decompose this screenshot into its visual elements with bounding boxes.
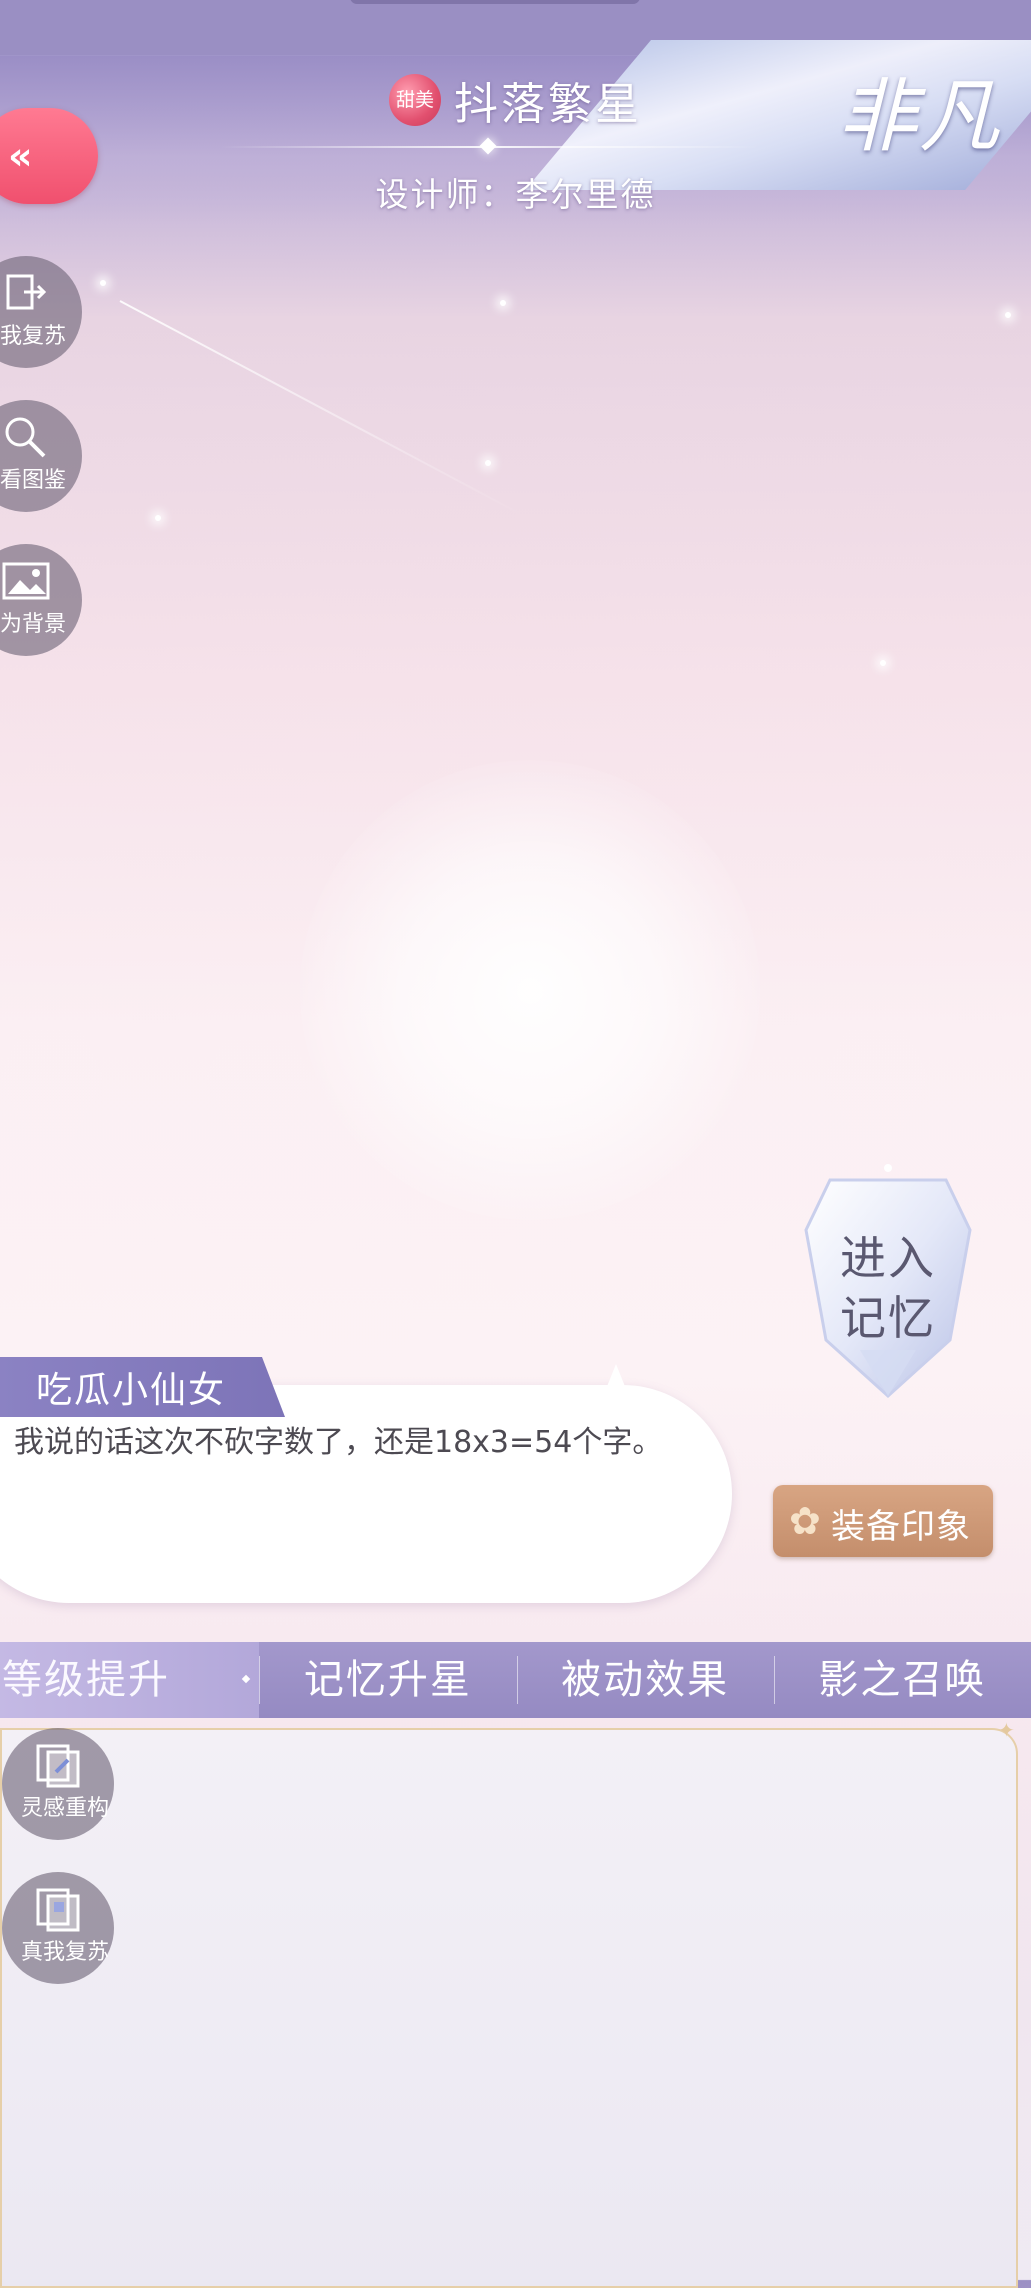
magnifier-icon [5, 417, 46, 458]
side-button-collection[interactable]: 看图鉴 [0, 400, 82, 512]
tab-bar: 等级提升 记忆升星 被动效果 影之召唤 [0, 1642, 1031, 1718]
tab-memory-star[interactable]: 记忆升星 [259, 1642, 516, 1718]
equip-impression-label: 装备印象 [831, 1507, 971, 1547]
sparkle [155, 515, 161, 521]
side-button-label: 看图鉴 [0, 468, 66, 493]
side-button-inspiration-rebuild[interactable]: 灵感重构 [2, 1728, 114, 1840]
enter-memory-label-line2: 记忆 [840, 1291, 936, 1345]
tab-label: 等级提升 [2, 1657, 170, 1703]
corner-ornament-icon: ✦ [998, 1718, 1015, 1742]
sparkle [1005, 312, 1011, 318]
tab-passive-effect[interactable]: 被动效果 [516, 1642, 774, 1718]
revive-icon [6, 274, 47, 310]
side-button-set-background[interactable]: 为背景 [0, 544, 82, 656]
sparkle [500, 300, 506, 306]
enter-memory-label-line1: 进入 [840, 1231, 936, 1285]
dialogue-text: 我说的话这次不砍字数了，还是18x3=54个字。 [14, 1425, 663, 1460]
tab-label: 被动效果 [561, 1657, 730, 1703]
side-button-label: 我复苏 [0, 324, 66, 349]
title-divider [220, 137, 760, 155]
enter-memory-button[interactable]: 进入 记忆 [800, 1160, 976, 1400]
speech-bubble [0, 1385, 732, 1603]
equip-impression-button[interactable]: ✿ 装备印象 [773, 1485, 993, 1557]
tab-label: 影之召唤 [818, 1657, 987, 1703]
shooting-star-streak [119, 300, 527, 518]
tab-level-up[interactable]: 等级提升 [0, 1642, 260, 1718]
title-row: 甜美 抖落繁星 [0, 68, 1031, 132]
side-button-label: 灵感重构 [20, 1796, 109, 1821]
tab-label: 记忆升星 [303, 1657, 472, 1703]
flower-icon: ✿ [789, 1499, 821, 1543]
back-button[interactable]: « [0, 108, 98, 204]
page-title: 抖落繁星 [454, 79, 643, 130]
sparkle [485, 460, 491, 466]
sparkle [880, 660, 886, 666]
double-chevron-left-icon: « [8, 134, 33, 178]
speaker-name: 吃瓜小仙女 [36, 1370, 227, 1411]
side-button-label: 为背景 [0, 612, 66, 637]
style-badge: 甜美 [388, 74, 441, 126]
active-indicator [242, 1674, 251, 1684]
content-panel: ✦ [0, 1720, 1018, 2288]
tab-shadow-summon[interactable]: 影之召唤 [773, 1642, 1031, 1718]
notch [350, 0, 640, 4]
side-button-label: 真我复苏 [20, 1940, 109, 1965]
side-button-revive[interactable]: 我复苏 [0, 256, 82, 368]
side-button-true-self-revive[interactable]: 真我复苏 [2, 1872, 114, 1984]
background-glow [300, 760, 760, 1220]
designer-credit: 设计师：李尔里德 [375, 175, 656, 214]
picture-icon [2, 562, 50, 600]
sparkle [100, 280, 106, 286]
inspiration-icon [36, 1744, 80, 1788]
true-self-icon [36, 1888, 80, 1932]
